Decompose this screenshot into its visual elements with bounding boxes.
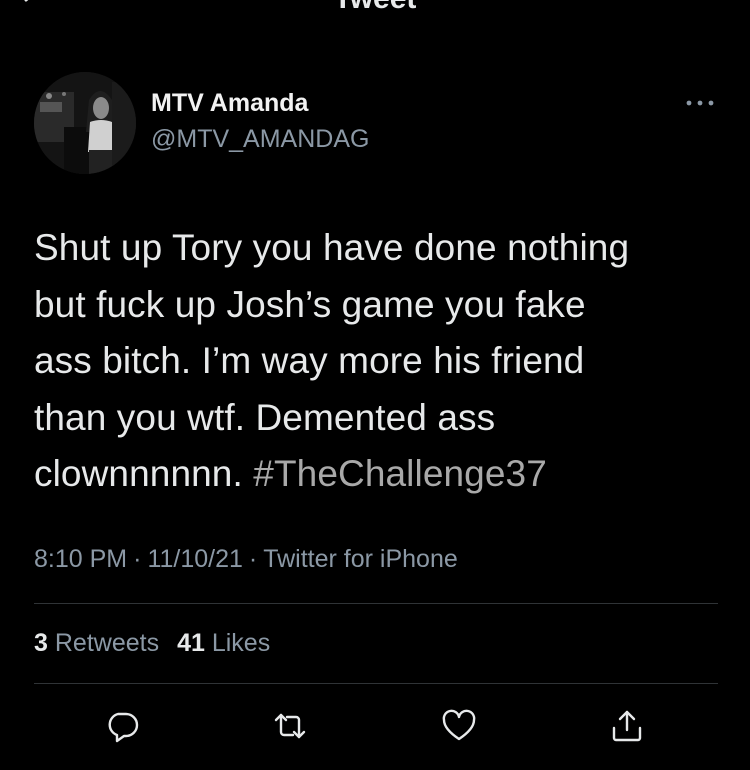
header-title: Tweet: [0, 0, 750, 16]
likes-count: 41: [177, 629, 205, 657]
reply-button[interactable]: [104, 708, 140, 744]
reply-icon: [108, 712, 139, 743]
retweet-button[interactable]: [272, 708, 308, 744]
likes-label: Likes: [211, 629, 271, 657]
user-handle[interactable]: @MTV_AMANDAG: [151, 125, 369, 154]
retweets-label: Retweets: [54, 629, 160, 657]
divider: [34, 603, 718, 604]
hashtag-link[interactable]: #TheChallenge37: [253, 453, 547, 494]
like-button[interactable]: [441, 708, 477, 744]
tweet-line-text: clownnnnnn.: [34, 453, 243, 494]
retweets-count: 3: [34, 629, 48, 657]
separator: ·: [248, 545, 258, 573]
heart-icon: [442, 709, 476, 741]
share-icon: [612, 710, 642, 742]
divider: [34, 683, 718, 684]
tweet-line: but fuck up Josh’s game you fake: [34, 283, 586, 325]
tweet-line: Shut up Tory you have done nothing: [34, 227, 630, 268]
retweet-icon: [274, 713, 306, 739]
profile-photo: [34, 72, 136, 174]
separator: ·: [133, 545, 142, 573]
top-bar: Tweet: [0, 0, 750, 22]
tweet-source[interactable]: Twitter for iPhone: [263, 545, 458, 573]
tweet-line: ass bitch. I’m way more his friend: [34, 340, 585, 381]
more-options-icon[interactable]: [684, 96, 716, 110]
engagement-stats: 3 Retweets 41 Likes: [34, 629, 270, 658]
tweet-line: than you wtf. Demented ass: [34, 396, 496, 438]
share-button[interactable]: [609, 708, 645, 744]
tweet-date: 11/10/21: [147, 545, 243, 573]
avatar[interactable]: [34, 72, 136, 174]
tweet-line: clownnnnnn. #TheChallenge37: [34, 446, 724, 503]
retweets-stat[interactable]: 3 Retweets: [34, 629, 159, 657]
display-name[interactable]: MTV Amanda: [151, 89, 308, 118]
likes-stat[interactable]: 41 Likes: [177, 629, 270, 657]
tweet-time: 8:10 PM: [34, 545, 128, 573]
tweet-text: Shut up Tory you have done nothing but f…: [34, 220, 724, 503]
tweet-meta: 8:10 PM · 11/10/21 · Twitter for iPhone: [34, 545, 458, 574]
